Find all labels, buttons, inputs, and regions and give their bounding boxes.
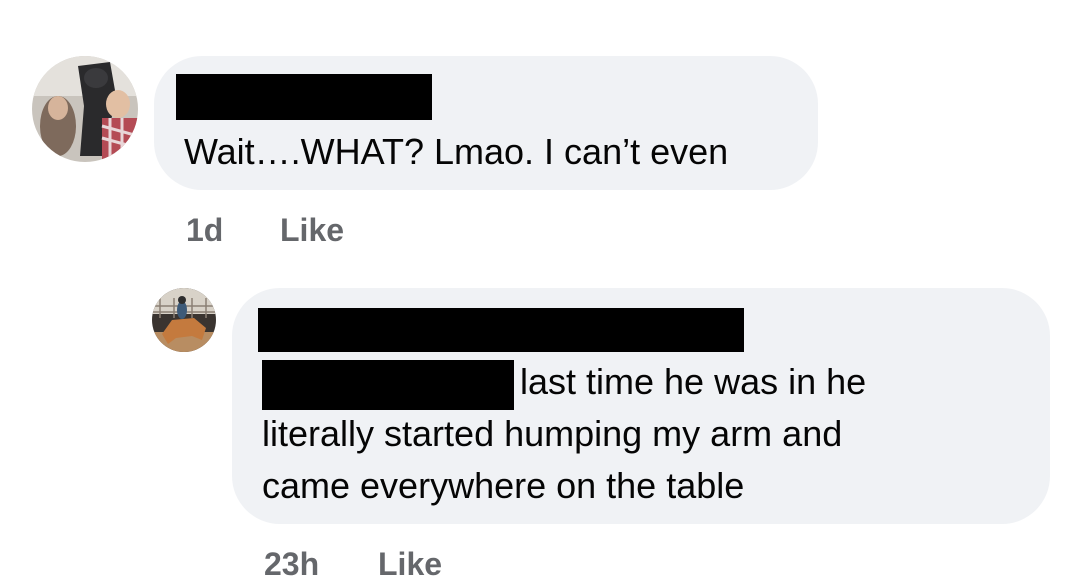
avatar[interactable] [32, 56, 138, 162]
comment-thread: Wait….WHAT? Lmao. I can’t even 1d Like l… [0, 0, 1080, 584]
horse-photo-icon [32, 56, 138, 162]
comment-text-line: last time he was in he [520, 361, 867, 402]
comment-text-line: literally started humping my arm and [262, 413, 843, 454]
comment-text: Wait….WHAT? Lmao. I can’t even [184, 131, 729, 172]
redacted-author-name [258, 308, 744, 352]
comment-timestamp[interactable]: 1d [186, 212, 223, 249]
rider-photo-icon [152, 288, 216, 352]
comment-text-line: came everywhere on the table [262, 465, 745, 506]
comment-timestamp[interactable]: 23h [264, 546, 319, 583]
like-button[interactable]: Like [280, 212, 344, 249]
avatar[interactable] [152, 288, 216, 352]
redacted-mention [262, 360, 514, 410]
like-button[interactable]: Like [378, 546, 442, 583]
redacted-author-name [176, 74, 432, 120]
